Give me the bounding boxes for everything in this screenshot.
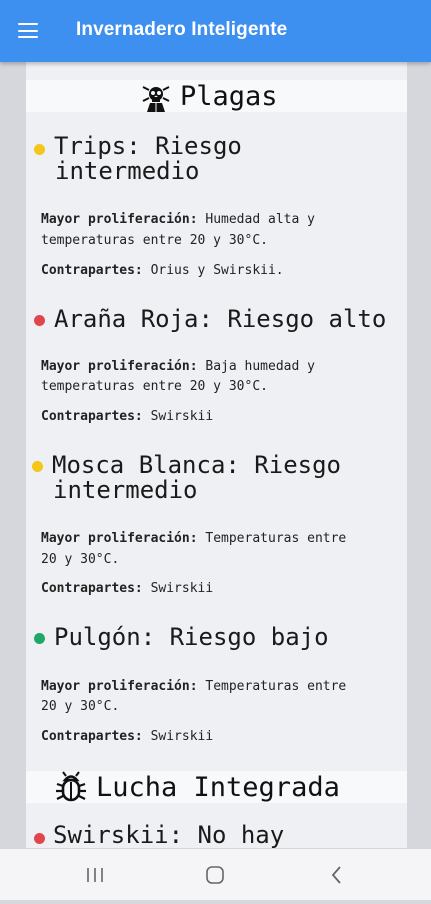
pest-title: Mosca Blanca: Riesgo <box>52 451 341 479</box>
content-scroll-area[interactable]: Plagas Trips: Riesgo intermedio Mayor pr… <box>26 62 407 848</box>
proliferation-text-cont: 20 y 30°C. <box>41 552 120 567</box>
proliferation-text: Mayor proliferación: Temperaturas entre <box>41 679 347 694</box>
risk-indicator <box>34 315 45 326</box>
lucha-heading: Lucha Integrada <box>96 772 340 803</box>
proliferation-text-cont: temperaturas entre 20 y 30°C. <box>41 379 268 394</box>
plagas-heading: Plagas <box>180 81 278 112</box>
proliferation-text-cont: 20 y 30°C. <box>41 699 120 714</box>
app-title: Invernadero Inteligente <box>76 19 288 40</box>
counterparts-text: Contrapartes: Swirskii <box>41 729 214 744</box>
proliferation-text: Mayor proliferación: Baja humedad y <box>41 359 315 374</box>
recent-apps-icon[interactable] <box>65 849 125 900</box>
menu-icon[interactable] <box>18 22 40 40</box>
bug-skull-icon <box>141 84 171 118</box>
risk-indicator <box>34 833 45 844</box>
app-bar: Invernadero Inteligente <box>0 0 431 62</box>
bug-icon <box>54 770 88 808</box>
risk-indicator <box>34 633 45 644</box>
risk-indicator <box>32 461 43 472</box>
proliferation-text-cont: temperaturas entre 20 y 30°C. <box>41 233 268 248</box>
pest-title: Pulgón: Riesgo bajo <box>54 623 329 651</box>
back-icon[interactable] <box>306 849 366 900</box>
pest-title: Trips: Riesgo <box>54 132 242 160</box>
proliferation-text: Mayor proliferación: Temperaturas entre <box>41 531 347 546</box>
pest-title: Araña Roja: Riesgo alto <box>54 305 387 333</box>
risk-indicator <box>34 144 45 155</box>
pest-title-cont: intermedio <box>55 157 200 185</box>
proliferation-text: Mayor proliferación: Humedad alta y <box>41 212 315 227</box>
counterparts-text: Contrapartes: Orius y Swirskii. <box>41 263 284 278</box>
control-title: Swirskii: No hay <box>53 821 285 848</box>
pest-title-cont: intermedio <box>53 476 198 504</box>
system-nav-bar <box>0 849 431 900</box>
home-icon[interactable] <box>185 849 245 900</box>
counterparts-text: Contrapartes: Swirskii <box>41 409 214 424</box>
counterparts-text: Contrapartes: Swirskii <box>41 581 214 596</box>
